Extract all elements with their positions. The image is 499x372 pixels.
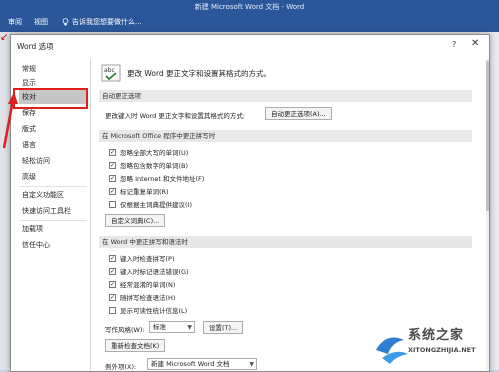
grammar-settings-button[interactable]: 设置(T)...: [203, 321, 244, 334]
option-ignore-internet[interactable]: ✓ 忽略 Internet 和文件地址(F): [109, 173, 204, 183]
word-title-bar: 新建 Microsoft Word 文档 - Word 审阅 视图 告诉我您想要…: [0, 0, 499, 32]
nav-divider: [19, 186, 87, 187]
checkbox[interactable]: ✓: [109, 254, 116, 262]
search-hint: 告诉我您想要做什么...: [72, 18, 142, 26]
nav-divider: [19, 220, 87, 221]
panel-heading: 更改 Word 更正文字和设置其格式的方式。: [127, 69, 272, 78]
checkbox[interactable]: ✓: [109, 174, 116, 182]
nav-item-addins[interactable]: 加载项: [19, 222, 88, 236]
option-confused-words[interactable]: ✓ 经常混淆的单词(N): [109, 279, 175, 289]
close-button[interactable]: ✕: [471, 38, 479, 49]
section-word-spelling: 在 Word 中更正拼写和语法时: [99, 236, 472, 248]
help-button[interactable]: ?: [452, 40, 456, 49]
option-mark-grammar[interactable]: ✓ 键入时标记语法错误(G): [109, 266, 189, 276]
dialog-title: Word 选项: [17, 42, 54, 51]
autocorrect-options-button[interactable]: 自动更正选项(A)...: [265, 107, 332, 120]
nav-item-general[interactable]: 常规: [19, 62, 88, 76]
option-check-spelling[interactable]: ✓ 键入时检查拼写(P): [109, 253, 175, 263]
option-readability[interactable]: 显示可读性统计信息(L): [109, 305, 187, 315]
red-arrow-icon: [2, 92, 18, 149]
checkbox[interactable]: ✓: [109, 267, 116, 275]
svg-text:abc: abc: [104, 67, 115, 74]
option-flag-repeated[interactable]: ✓ 标记重复单词(R): [109, 186, 169, 196]
nav-item-layout[interactable]: 版式: [19, 122, 88, 136]
tell-me-search[interactable]: 告诉我您想要做什么...: [62, 17, 142, 27]
lightbulb-icon: [62, 18, 69, 26]
checkbox[interactable]: [109, 306, 116, 314]
exceptions-select[interactable]: 新建 Microsoft Word 文档 ▼: [147, 358, 257, 370]
word-window-title: 新建 Microsoft Word 文档 - Word: [194, 3, 305, 11]
ribbon-tabs: 审阅 视图: [8, 17, 48, 27]
nav-item-quick-access[interactable]: 快速访问工具栏: [19, 204, 88, 218]
checkbox[interactable]: ✓: [109, 187, 116, 195]
scroll-thumb[interactable]: [486, 61, 489, 211]
proofing-abc-icon: abc: [101, 64, 121, 82]
option-ignore-numbers[interactable]: ✓ 忽略包含数字的单词(B): [109, 160, 188, 170]
nav-item-advanced[interactable]: 高级: [19, 170, 88, 184]
nav-item-accessibility[interactable]: 轻松访问: [19, 154, 88, 168]
checkbox[interactable]: [109, 200, 116, 208]
watermark-url: XITONGZHIJIA.NET: [408, 346, 476, 354]
checkbox[interactable]: ✓: [109, 161, 116, 169]
nav-item-trust-center[interactable]: 信任中心: [19, 238, 88, 252]
highlight-box: [13, 88, 88, 109]
chevron-down-icon: ▼: [249, 361, 254, 368]
section-office-spelling: 在 Microsoft Office 程序中更正拼写时: [99, 130, 472, 142]
checkbox[interactable]: ✓: [109, 148, 116, 156]
autocorrect-desc: 更改键入时 Word 更正文字和设置其格式的方式:: [105, 112, 246, 120]
chevron-down-icon: ▼: [187, 324, 192, 331]
writing-style-select[interactable]: 标准 ▼: [149, 321, 195, 333]
option-main-dictionary[interactable]: 仅根据主词典提供建议(I): [109, 199, 192, 209]
section-autocorrect: 自动更正选项: [99, 90, 472, 102]
option-grammar-with-spelling[interactable]: ✓ 随拼写检查语法(H): [109, 292, 175, 302]
nav-item-customize-ribbon[interactable]: 自定义功能区: [19, 188, 88, 202]
option-ignore-uppercase[interactable]: ✓ 忽略全部大写的单词(U): [109, 147, 188, 157]
recheck-document-button[interactable]: 重新检查文档(K): [105, 339, 166, 352]
writing-style-label: 写作风格(W):: [105, 326, 145, 334]
nav-item-language[interactable]: 语言: [19, 138, 88, 152]
tab-review[interactable]: 审阅: [8, 17, 22, 27]
checkbox[interactable]: ✓: [109, 293, 116, 301]
checkbox[interactable]: ✓: [109, 280, 116, 288]
watermark-text: 系统之家: [408, 328, 465, 343]
tab-view[interactable]: 视图: [34, 17, 48, 27]
custom-dictionaries-button[interactable]: 自定义词典(C)...: [105, 214, 166, 227]
